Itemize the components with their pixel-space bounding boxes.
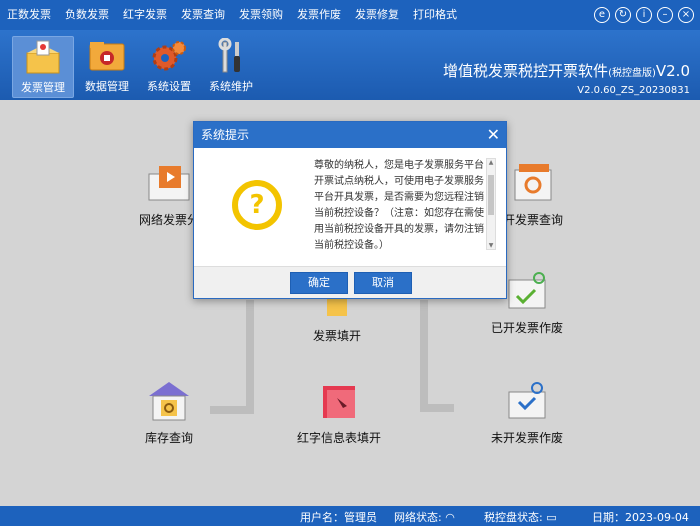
flow-line (420, 404, 454, 412)
red-info-icon (315, 380, 363, 422)
tool-label: 系统设置 (138, 78, 200, 94)
void-unissued-icon (503, 380, 551, 422)
help-icon[interactable]: e (594, 7, 610, 23)
gear-icon (149, 38, 189, 74)
dialog-titlebar: 系统提示 ✕ (194, 122, 506, 148)
folder-data-icon (87, 38, 127, 74)
warehouse-icon (145, 380, 193, 422)
tool-label: 系统维护 (200, 78, 262, 94)
close-icon[interactable]: × (678, 7, 694, 23)
node-label: 未开发票作废 (472, 430, 582, 447)
node-label: 库存查询 (114, 430, 224, 447)
dialog-body: ? 尊敬的纳税人，您是电子发票服务平台开票试点纳税人，可使用电子发票服务平台开具… (194, 148, 506, 266)
app-title: 增值税发票税控开票软件(税控盘版)V2.0 (443, 60, 690, 81)
node-label: 已开发票作废 (472, 320, 582, 337)
status-bar: 用户名：管理员 网络状态: ◠ 税控盘状态: ▭ 日期：2023-09-04 (0, 506, 700, 526)
window-controls: e ↻ i – × (594, 7, 694, 23)
wifi-icon: ◠ (445, 511, 455, 524)
tool-system-settings[interactable]: 系统设置 (138, 36, 200, 98)
question-icon: ? (232, 180, 282, 230)
invoice-search-icon (509, 162, 557, 204)
flow-line (420, 300, 428, 412)
menu-invoice-purchase[interactable]: 发票领购 (232, 0, 290, 30)
dialog-title: 系统提示 (201, 128, 249, 142)
node-red-info[interactable]: 红字信息表填开 (284, 380, 394, 447)
info-icon[interactable]: i (636, 7, 652, 23)
void-invoice-icon (503, 270, 551, 312)
close-icon[interactable]: ✕ (487, 122, 500, 148)
node-void-unissued[interactable]: 未开发票作废 (472, 380, 582, 447)
node-stock-query[interactable]: 库存查询 (114, 380, 224, 447)
dialog-message: 尊敬的纳税人，您是电子发票服务平台开票试点纳税人，可使用电子发票服务平台开具发票… (314, 158, 484, 254)
scroll-up-icon[interactable]: ▲ (487, 159, 495, 166)
dialog-scrollbar[interactable]: ▲ ▼ (486, 158, 496, 250)
tools-icon (211, 38, 251, 74)
app-version: V2.0.60_ZS_20230831 (443, 85, 690, 96)
scroll-down-icon[interactable]: ▼ (487, 242, 495, 249)
menu-invoice-void[interactable]: 发票作废 (290, 0, 348, 30)
refresh-icon[interactable]: ↻ (615, 7, 631, 23)
menu-red-invoice[interactable]: 红字发票 (116, 0, 174, 30)
cancel-button[interactable]: 取消 (354, 272, 412, 294)
system-prompt-dialog: 系统提示 ✕ ? 尊敬的纳税人，您是电子发票服务平台开票试点纳税人，可使用电子发… (193, 121, 507, 299)
flow-line (246, 300, 254, 414)
tool-label: 数据管理 (76, 78, 138, 94)
download-invoice-icon (145, 162, 193, 204)
tool-system-maintenance[interactable]: 系统维护 (200, 36, 262, 98)
status-network: 网络状态: ◠ (394, 509, 455, 525)
menu-negative-invoice[interactable]: 负数发票 (58, 0, 116, 30)
status-user: 用户名：管理员 (300, 509, 377, 525)
menu-print-format[interactable]: 打印格式 (406, 0, 464, 30)
ok-button[interactable]: 确定 (290, 272, 348, 294)
brand: 增值税发票税控开票软件(税控盘版)V2.0 V2.0.60_ZS_2023083… (443, 60, 690, 96)
tool-label: 发票管理 (13, 79, 73, 95)
scroll-thumb[interactable] (488, 175, 494, 215)
main-toolbar: 发票管理 数据管理 系统设置 系统维护 增值税发票税控开票软件(税控盘版)V2.… (0, 30, 700, 100)
menu-invoice-repair[interactable]: 发票修复 (348, 0, 406, 30)
minimize-icon[interactable]: – (657, 7, 673, 23)
disk-icon: ▭ (546, 511, 556, 524)
node-label: 发票填开 (282, 328, 392, 345)
tool-invoice-management[interactable]: 发票管理 (12, 36, 74, 98)
invoice-box-icon (23, 39, 63, 75)
menu-invoice-query[interactable]: 发票查询 (174, 0, 232, 30)
status-disk: 税控盘状态: ▭ (484, 509, 557, 525)
dialog-footer: 确定 取消 (194, 266, 506, 298)
tool-data-management[interactable]: 数据管理 (76, 36, 138, 98)
status-date: 日期：2023-09-04 (592, 509, 689, 525)
node-label: 红字信息表填开 (284, 430, 394, 447)
menu-positive-invoice[interactable]: 正数发票 (0, 0, 58, 30)
